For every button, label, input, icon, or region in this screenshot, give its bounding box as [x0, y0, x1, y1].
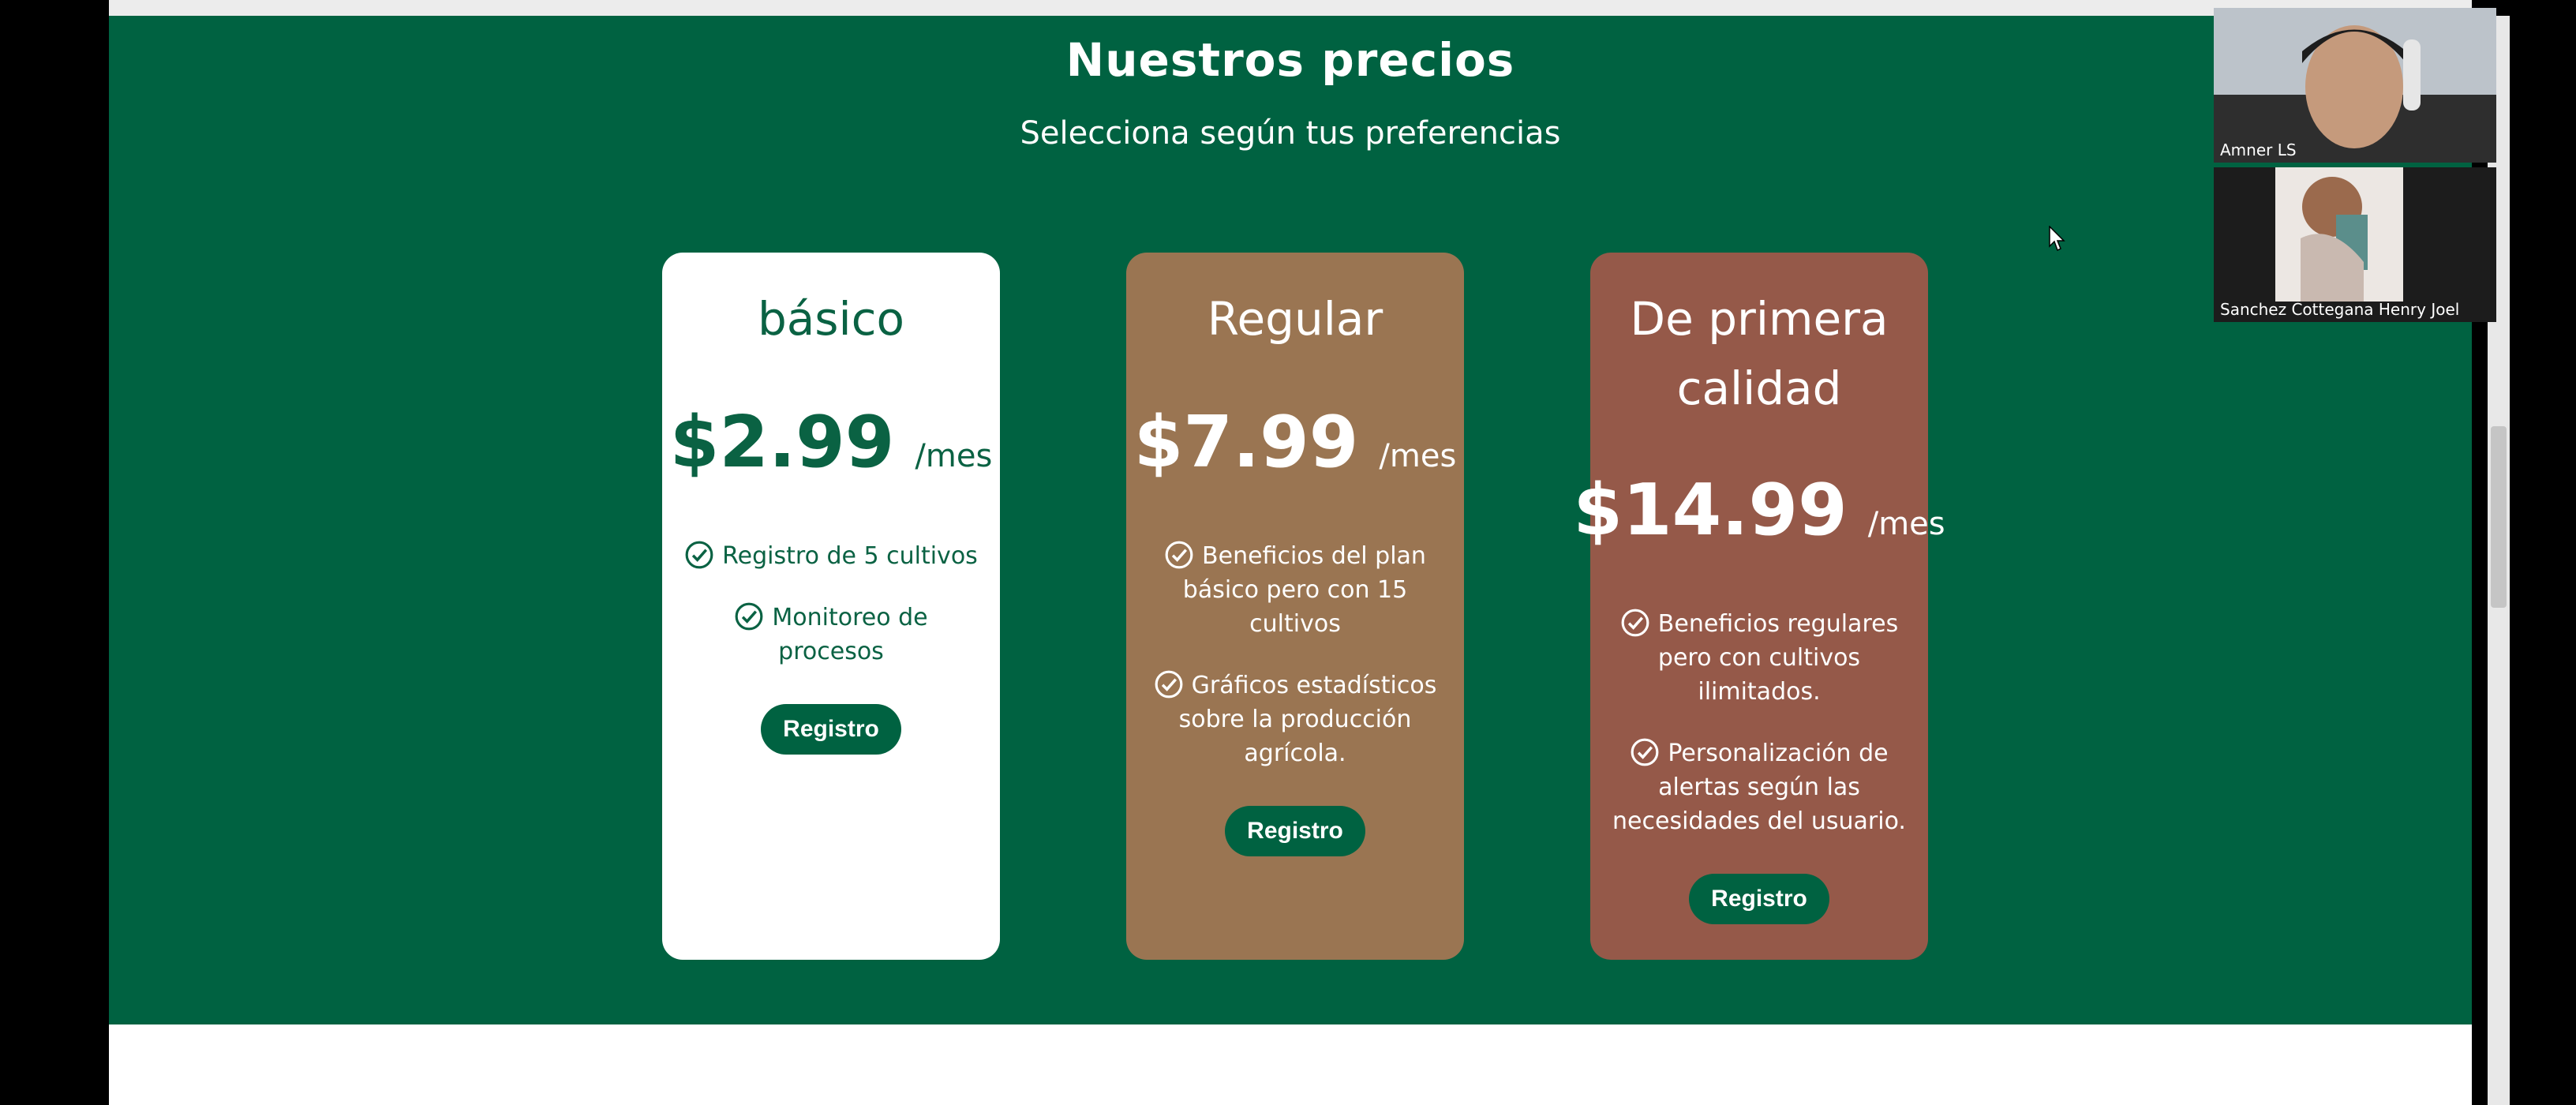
plan-card-premium: De primera calidad $14.99 /mes Beneficio…: [1573, 253, 1945, 960]
plan-feature: Personalización de alertas según las nec…: [1606, 736, 1912, 838]
participant-video: [2214, 167, 2496, 322]
check-circle-icon: [1621, 609, 1649, 637]
plan-features: Beneficios del plan básico pero con 15 c…: [1126, 539, 1464, 856]
check-circle-icon: [1631, 738, 1659, 766]
plan-card-basic: básico $2.99 /mes Registro de 5 cultivos…: [662, 253, 1000, 960]
plan-name: De primera calidad: [1630, 292, 1889, 415]
section-subtitle: Selecciona según tus preferencias: [1020, 115, 1561, 152]
plan-price: $7.99: [1133, 401, 1359, 484]
plan-feature: Gráficos estadísticos sobre la producció…: [1142, 669, 1448, 770]
plan-features: Registro de 5 cultivos Monitoreo de proc…: [662, 539, 1000, 755]
plan-period: /mes: [915, 438, 993, 474]
pricing-section: Nuestros precios Selecciona según tus pr…: [109, 16, 2472, 1024]
register-button-basic[interactable]: Registro: [761, 704, 901, 755]
plan-feature-text: Beneficios regulares pero con cultivos i…: [1657, 610, 1899, 706]
plan-feature-text: Gráficos estadísticos sobre la producció…: [1178, 672, 1437, 767]
browser-top-strip: [109, 0, 2472, 16]
video-tile[interactable]: Amner LS: [2214, 8, 2496, 163]
plan-feature: Beneficios del plan básico pero con 15 c…: [1142, 539, 1448, 641]
plan-feature-text: Registro de 5 cultivos: [722, 542, 978, 570]
check-circle-icon: [1155, 670, 1183, 699]
register-button-premium[interactable]: Registro: [1689, 874, 1829, 924]
check-circle-icon: [685, 541, 713, 569]
check-circle-icon: [1165, 541, 1193, 569]
plan-period: /mes: [1867, 506, 1945, 542]
section-title: Nuestros precios: [1065, 33, 1515, 87]
plan-period: /mes: [1379, 438, 1457, 474]
plan-price-row: $14.99 /mes: [1573, 469, 1945, 552]
plan-price: $2.99: [669, 401, 895, 484]
plan-price-row: $7.99 /mes: [1126, 401, 1464, 484]
check-circle-icon: [735, 602, 763, 631]
scrollbar-thumb[interactable]: [2491, 426, 2507, 608]
register-button-regular[interactable]: Registro: [1225, 806, 1365, 856]
plan-feature: Registro de 5 cultivos: [678, 539, 984, 573]
plan-price-row: $2.99 /mes: [662, 401, 1000, 484]
plan-feature: Monitoreo de procesos: [678, 601, 984, 669]
plan-card-regular: Regular $7.99 /mes Beneficios del plan b…: [1126, 253, 1464, 960]
web-page: Nuestros precios Selecciona según tus pr…: [109, 16, 2472, 1105]
participant-video: [2214, 8, 2496, 163]
participant-name: Amner LS: [2220, 140, 2297, 159]
mouse-cursor-icon: [2049, 226, 2065, 252]
plan-name: Regular: [1207, 292, 1383, 346]
video-tile[interactable]: Sanchez Cottegana Henry Joel: [2214, 167, 2496, 322]
plan-features: Beneficios regulares pero con cultivos i…: [1590, 607, 1928, 924]
plan-feature-text: Beneficios del plan básico pero con 15 c…: [1182, 542, 1426, 638]
plan-feature: Beneficios regulares pero con cultivos i…: [1606, 607, 1912, 709]
plan-feature-text: Monitoreo de procesos: [772, 604, 928, 665]
participant-name: Sanchez Cottegana Henry Joel: [2220, 300, 2460, 319]
plan-price: $14.99: [1573, 469, 1848, 552]
plan-name: básico: [757, 292, 905, 346]
